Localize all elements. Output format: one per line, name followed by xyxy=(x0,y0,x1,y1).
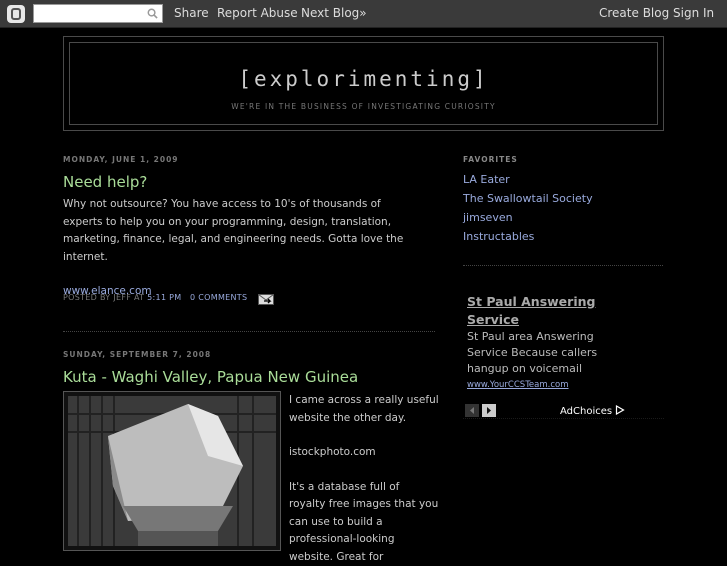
post-title[interactable]: Kuta - Waghi Valley, Papua New Guinea xyxy=(63,368,358,386)
next-blog-link[interactable]: Next Blog» xyxy=(301,6,367,20)
ad-prev-arrow-icon[interactable] xyxy=(465,404,479,417)
sidebar-separator xyxy=(463,265,663,266)
report-abuse-link[interactable]: Report Abuse xyxy=(217,6,298,20)
sidebar-link-la-eater[interactable]: LA Eater xyxy=(463,173,510,186)
share-link[interactable]: Share xyxy=(174,6,209,20)
ad-separator xyxy=(463,418,664,419)
ad-text: St Paul area Answering Service Because c… xyxy=(467,329,637,377)
post-body-text: It's a database full of royalty free ima… xyxy=(289,479,439,566)
post-title[interactable]: Need help? xyxy=(63,173,147,191)
post-author: POSTED BY JEFF AT xyxy=(63,293,144,302)
blogger-logo-icon[interactable] xyxy=(7,5,25,23)
sidebar-link-swallowtail-society[interactable]: The Swallowtail Society xyxy=(463,192,593,205)
blogger-navbar: Share Report Abuse Next Blog» Create Blo… xyxy=(0,0,727,28)
sidebar-link-jimseven[interactable]: jimseven xyxy=(463,211,513,224)
post-timestamp-link[interactable]: 5:11 PM xyxy=(147,293,181,302)
ad-url-link[interactable]: www.YourCCSTeam.com xyxy=(467,380,569,390)
sidebar-link-instructables[interactable]: Instructables xyxy=(463,230,534,243)
post-image[interactable] xyxy=(63,391,281,551)
post-comments-link[interactable]: 0 COMMENTS xyxy=(190,293,247,302)
blog-header: [explorimenting] WE'RE IN THE BUSINESS O… xyxy=(63,36,664,131)
sign-in-link[interactable]: Sign In xyxy=(673,6,714,20)
post-body-text: I came across a really useful website th… xyxy=(289,392,439,427)
email-post-icon[interactable] xyxy=(258,294,274,305)
post-body: I came across a really useful website th… xyxy=(289,392,439,566)
post-body-text: Why not outsource? You have access to 10… xyxy=(63,196,423,266)
ad-next-arrow-icon[interactable] xyxy=(482,404,496,417)
blog-title[interactable]: [explorimenting] xyxy=(70,67,657,91)
post-body: Why not outsource? You have access to 10… xyxy=(63,196,423,301)
adchoices-label: AdChoices xyxy=(560,406,612,417)
search-input[interactable] xyxy=(33,4,163,23)
post-date-header: MONDAY, JUNE 1, 2009 xyxy=(63,155,179,164)
ad-title-link[interactable]: St Paul Answering Service xyxy=(467,293,647,329)
post-date-header: SUNDAY, SEPTEMBER 7, 2008 xyxy=(63,350,211,359)
blog-header-inner: [explorimenting] WE'RE IN THE BUSINESS O… xyxy=(69,42,658,125)
search-icon[interactable] xyxy=(147,8,158,19)
post-link[interactable]: istockphoto.com xyxy=(289,444,439,462)
create-blog-link[interactable]: Create Blog xyxy=(599,6,669,20)
adchoices-triangle-icon xyxy=(615,405,625,415)
kuta-photo xyxy=(68,396,276,546)
post-footer: POSTED BY JEFF AT 5:11 PM 0 COMMENTS xyxy=(63,293,247,302)
adchoices-link[interactable]: AdChoices xyxy=(560,405,625,417)
sidebar-favorites-heading: FAVORITES xyxy=(463,155,518,164)
blog-description: WE'RE IN THE BUSINESS OF INVESTIGATING C… xyxy=(70,102,657,111)
post-separator xyxy=(63,331,435,332)
